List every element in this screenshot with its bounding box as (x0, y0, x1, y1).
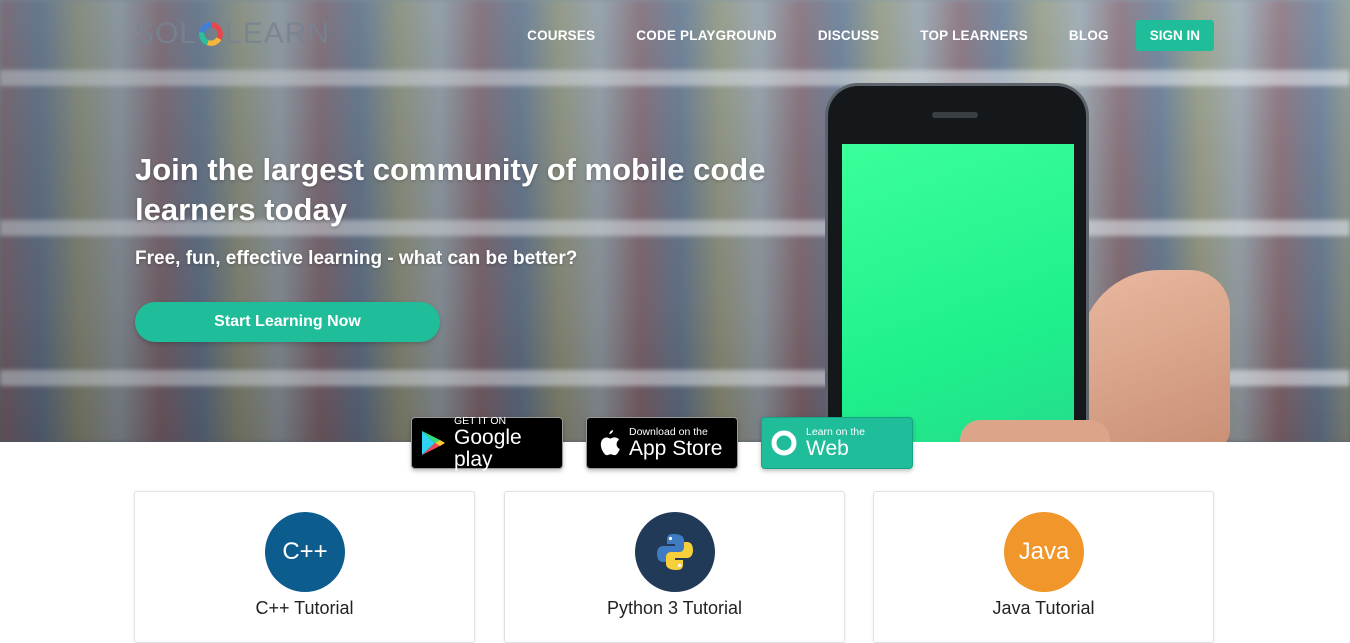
web-badge[interactable]: Learn on the Web (761, 417, 913, 469)
nav-blog[interactable]: BLOG (1069, 28, 1109, 43)
phone-speaker (932, 112, 978, 118)
app-store-badge[interactable]: Download on the App Store (586, 417, 738, 469)
course-card-cpp[interactable]: C++ C++ Tutorial (134, 491, 475, 643)
sololearn-ring-icon (770, 429, 798, 457)
apple-icon (595, 428, 621, 458)
java-icon: Java (1004, 512, 1084, 592)
python-icon (635, 512, 715, 592)
app-store-big: App Store (629, 437, 723, 460)
google-play-icon (420, 429, 446, 457)
logo-text-left: SOL (134, 17, 198, 50)
course-title: Python 3 Tutorial (606, 598, 743, 618)
sign-in-button[interactable]: SIGN IN (1135, 20, 1214, 51)
app-store-text: Download on the App Store (629, 426, 722, 460)
nav-code-playground[interactable]: CODE PLAYGROUND (636, 28, 777, 43)
web-text: Learn on the Web (806, 426, 865, 460)
course-title: C++ Tutorial (255, 598, 354, 618)
nav-courses[interactable]: COURSES (527, 28, 595, 43)
top-navigation: COURSES CODE PLAYGROUND DISCUSS TOP LEAR… (486, 20, 1214, 51)
hand-image (1080, 270, 1230, 442)
cpp-icon: C++ (265, 512, 345, 592)
logo-ring-icon (199, 22, 224, 46)
start-learning-button[interactable]: Start Learning Now (135, 302, 440, 342)
thumb-image (960, 420, 1110, 442)
google-play-badge[interactable]: GET IT ON Google play (411, 415, 563, 471)
web-big: Web (806, 437, 849, 460)
hero-headline: Join the largest community of mobile cod… (135, 152, 766, 227)
google-play-big: Google play (454, 426, 522, 471)
logo-text-right: LEARN (225, 17, 331, 50)
course-title: Java Tutorial (992, 598, 1095, 618)
course-card-python[interactable]: Python 3 Tutorial (504, 491, 845, 643)
phone-screen (842, 144, 1074, 442)
nav-discuss[interactable]: DISCUSS (818, 28, 879, 43)
hero-subheadline: Free, fun, effective learning - what can… (135, 248, 578, 269)
course-card-java[interactable]: Java Java Tutorial (873, 491, 1214, 643)
google-play-text: GET IT ON Google play (454, 415, 562, 471)
phone-image (828, 86, 1086, 442)
sololearn-logo[interactable]: SOL LEARN (134, 14, 330, 54)
nav-top-learners[interactable]: TOP LEARNERS (920, 28, 1028, 43)
